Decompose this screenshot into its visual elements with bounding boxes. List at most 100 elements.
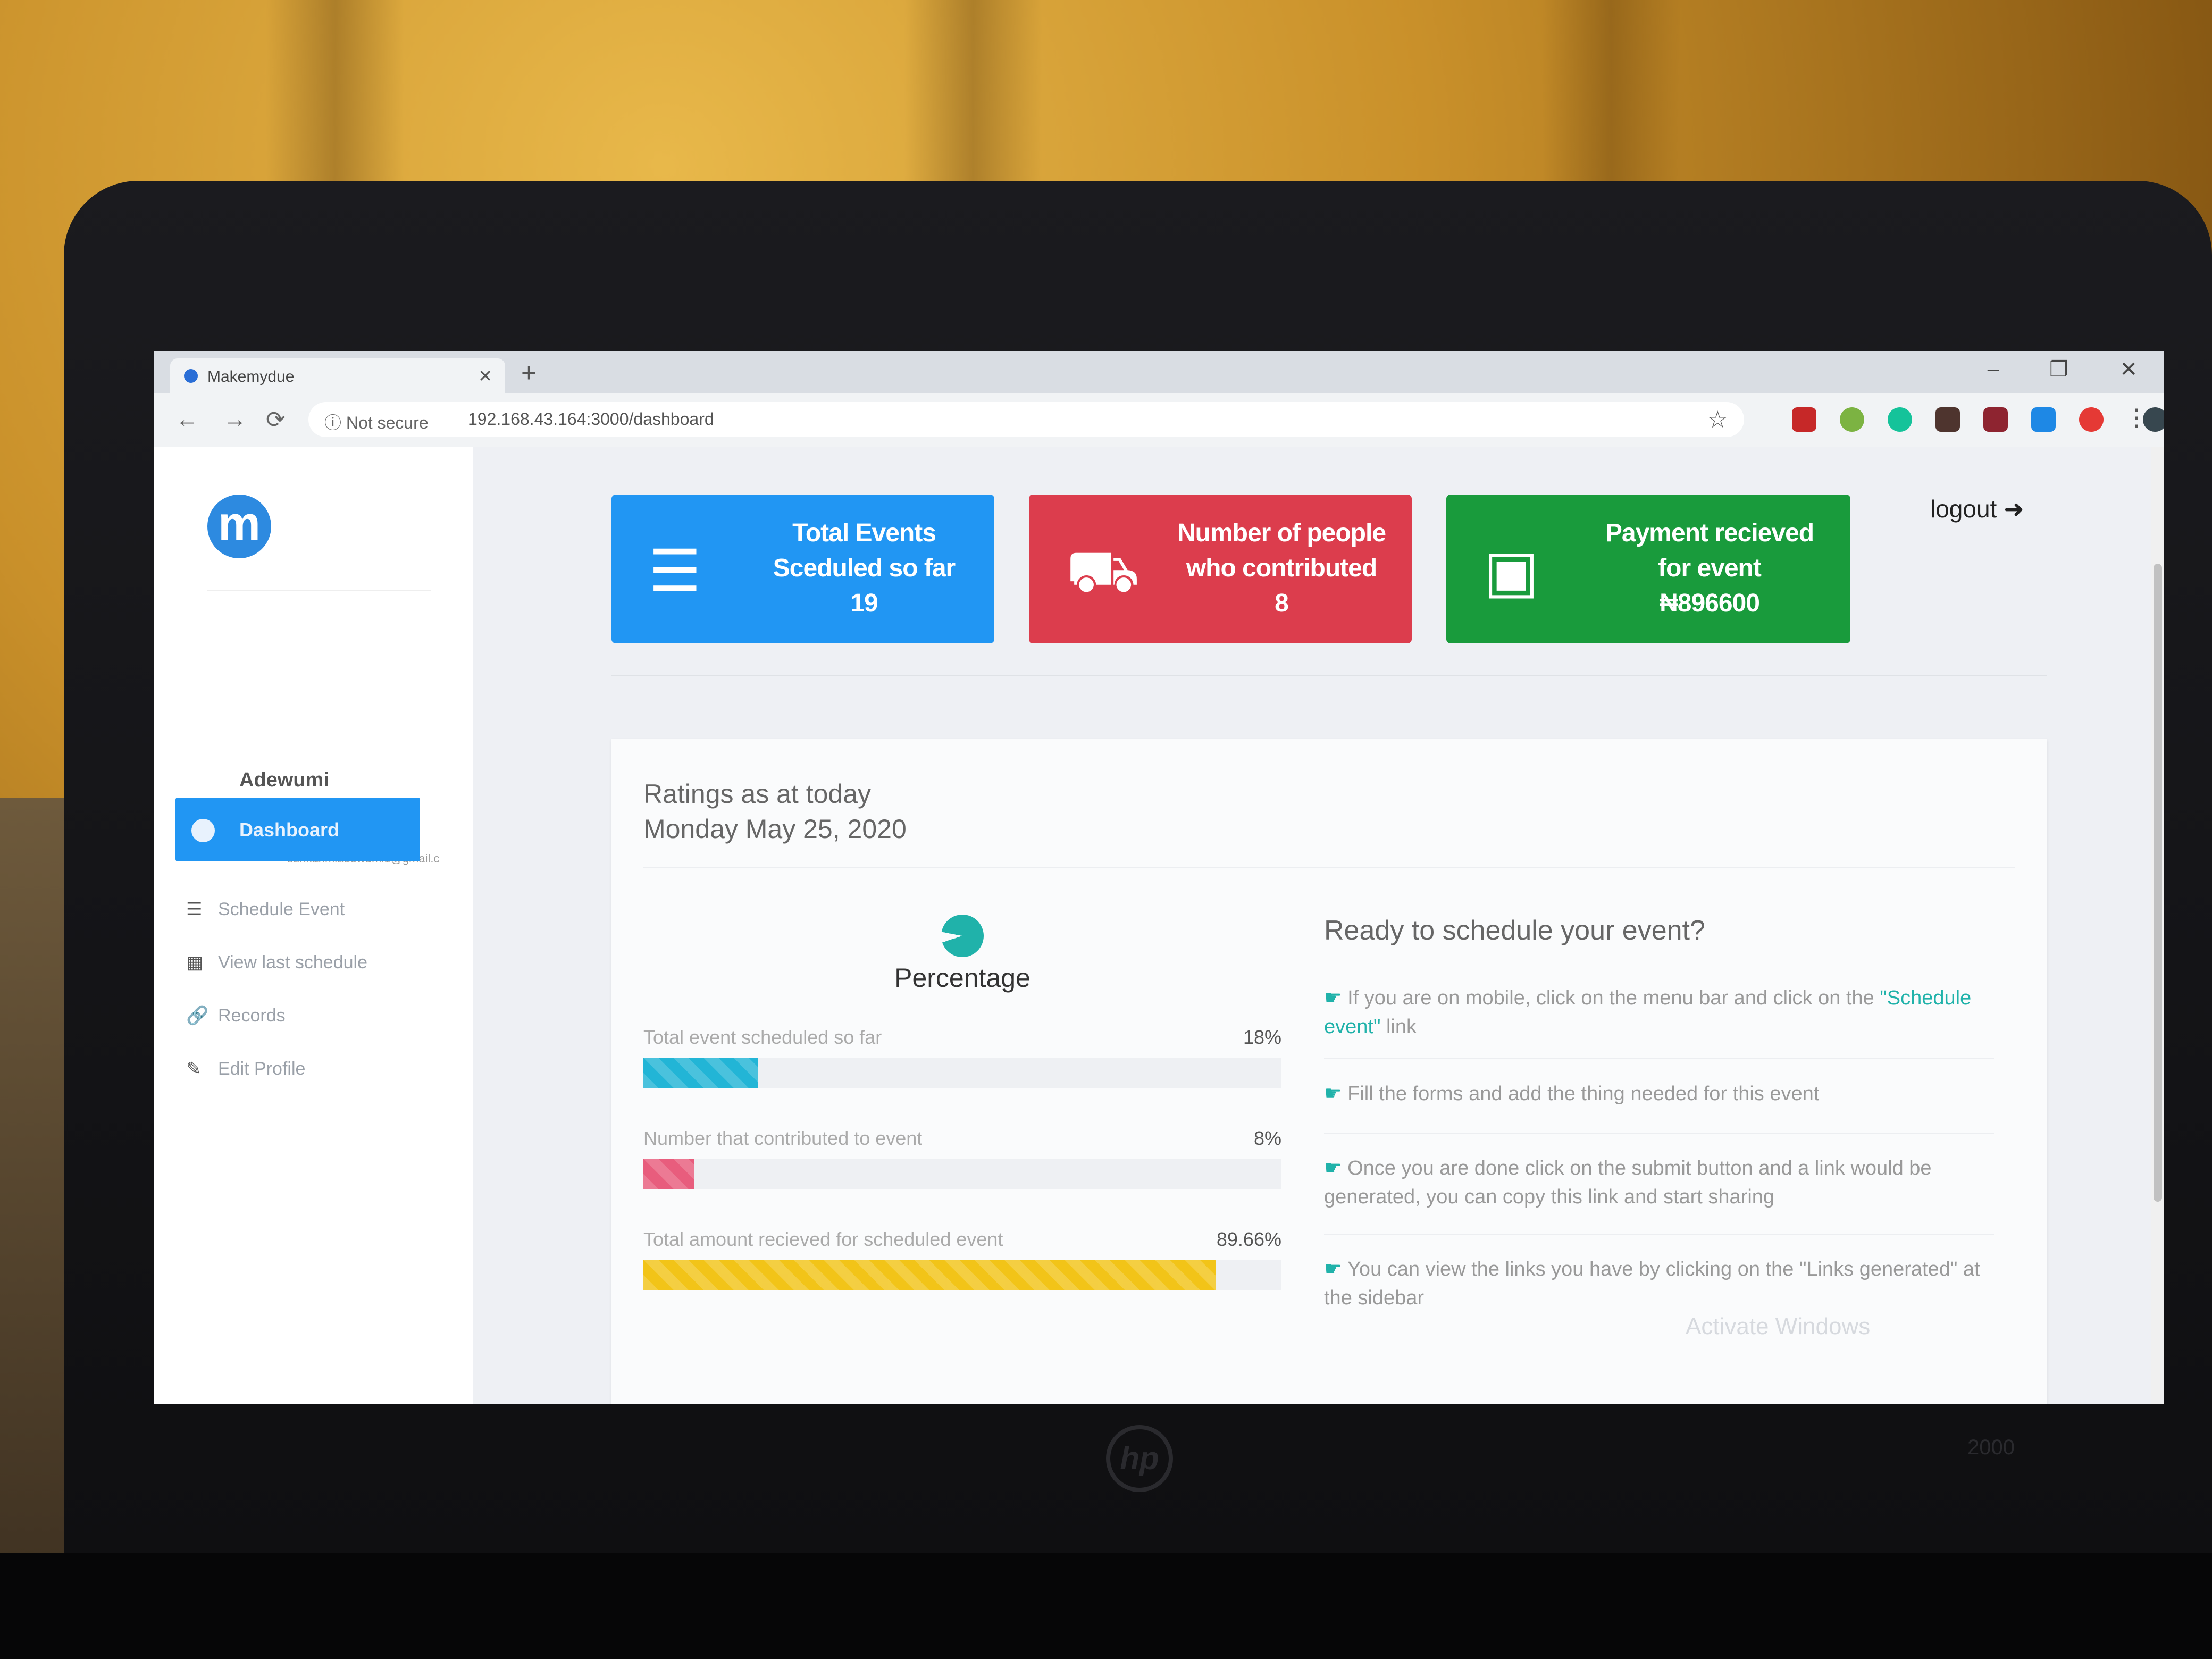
ratings-title: Ratings as at today [643,779,872,809]
card-text: Total Events Sceduled so far 19 [750,516,978,621]
activate-windows-watermark: Activate Windows [1686,1313,1871,1339]
extension-icon[interactable] [1792,407,1816,432]
tip-links: ☛ You can view the links you have by clic… [1324,1255,1983,1312]
tip-text: Once you are done click on the submit bu… [1324,1157,1932,1208]
sidebar-item-dashboard[interactable]: Dashboard [175,798,420,861]
progress-fill [643,1260,1216,1290]
grammarly-icon[interactable] [1888,407,1912,432]
progress-value: 8% [1253,1127,1281,1149]
sidebar-item-label: View last schedule [218,952,367,973]
tip-text: You can view the links you have by click… [1324,1258,1980,1309]
tip-submit: ☛ Once you are done click on the submit b… [1324,1154,1983,1211]
list-icon: ☰ [186,899,203,919]
app-logo[interactable]: m [207,495,271,558]
money-bill-icon: ▣ [1484,539,1539,604]
restore-button[interactable]: ❐ [2049,357,2068,382]
main-content: ☰ Total Events Sceduled so far 19 ⛟ Numb… [473,447,2164,1404]
card-value: ₦896600 [1660,589,1760,617]
browser-toolbar: ← → ⟳ ⓘ Not secure 192.168.43.164:3000/d… [154,393,2164,448]
progress-amount: Total amount recieved for scheduled even… [643,1228,1281,1297]
card-text: Number of people who contributed 8 [1167,516,1396,621]
reload-icon[interactable]: ⟳ [266,406,286,433]
progress-fill [643,1058,758,1088]
scrollbar[interactable] [2151,447,2164,1404]
back-icon[interactable]: ← [175,406,199,433]
forward-icon[interactable]: → [223,406,247,433]
tip-forms: ☛ Fill the forms and add the thing needed… [1324,1079,1983,1108]
new-tab-button[interactable]: + [521,359,537,386]
progress-events: Total event scheduled so far 18% [643,1026,1281,1095]
sidebar-item-label: Dashboard [239,819,340,841]
progress-fill [643,1159,694,1189]
browser-tab-bar: Makemydue ✕ + – ❐ ✕ [154,351,2164,393]
card-title-line2: Sceduled so far [773,554,956,582]
link-icon: 🔗 [186,1006,209,1026]
progress-label: Total amount recieved for scheduled even… [643,1228,1003,1250]
profile-box: Adewumi Sunkanmi sunkanmiadewumi1@gmail.… [207,590,439,865]
pdf-icon[interactable] [1983,407,2008,432]
pencil-icon: ✎ [186,1059,202,1079]
favicon-icon [184,369,198,383]
divider [1324,1234,1994,1235]
contributors-card: ⛟ Number of people who contributed 8 [1029,495,1412,643]
extension-icon[interactable] [2079,407,2104,432]
divider [611,675,2047,676]
card-text: Payment recieved for event ₦896600 [1585,516,1834,621]
scrollbar-thumb[interactable] [2154,564,2162,1202]
sidebar-item-schedule-event[interactable]: ☰ Schedule Event [186,899,345,920]
sidebar-item-label: Records [218,1006,286,1026]
list-icon: ☰ [649,539,701,604]
hand-point-right-icon: ☛ [1324,1258,1343,1280]
progress-track [643,1159,1281,1189]
logout-label: logout [1930,495,1997,523]
logout-link[interactable]: logout ➜ [1930,495,2024,523]
card-value: 8 [1275,589,1289,617]
sidebar-item-view-last-schedule[interactable]: ▦ View last schedule [186,952,367,973]
card-title-line2: who contributed [1186,554,1377,582]
divider [1324,1133,1994,1134]
ratings-heading: Ratings as at today Monday May 25, 2020 [643,776,907,847]
card-title-line1: Total Events [792,519,936,547]
progress-value: 89.66% [1216,1228,1281,1250]
sidebar-item-label: Schedule Event [218,899,345,919]
bookmark-star-icon[interactable]: ☆ [1707,406,1728,433]
schedule-heading: Ready to schedule your event? [1324,915,1705,946]
extension-icon[interactable] [1936,407,1960,432]
close-window-button[interactable]: ✕ [2119,357,2138,382]
laptop-base [0,1553,2212,1659]
laptop-screen: Makemydue ✕ + – ❐ ✕ ← → ⟳ ⓘ Not secure 1… [154,351,2164,1404]
progress-value: 18% [1243,1026,1281,1048]
sidebar-item-label: Edit Profile [218,1059,306,1079]
extension-icon[interactable] [2031,407,2056,432]
address-bar[interactable]: ⓘ Not secure 192.168.43.164:3000/dashboa… [308,402,1744,437]
tab-close-icon[interactable]: ✕ [478,366,492,386]
ratings-date: Monday May 25, 2020 [643,814,907,844]
url-text[interactable]: 192.168.43.164:3000/dashboard [468,409,714,429]
minimize-button[interactable]: – [1988,357,1999,381]
sign-out-icon: ➜ [2004,495,2024,523]
card-value: 19 [850,589,878,617]
ratings-panel: Ratings as at today Monday May 25, 2020 … [611,739,2047,1404]
progress-label: Number that contributed to event [643,1127,923,1149]
model-tag: 2000 [1967,1436,2015,1459]
pie-chart-icon [941,915,984,957]
tip-text: If you are on mobile, click on the menu … [1347,987,1874,1009]
hand-point-right-icon: ☛ [1324,1157,1343,1179]
people-carry-icon: ⛟ [1066,539,1140,604]
table-icon: ▦ [186,952,204,973]
percentage-title: Percentage [894,963,1030,993]
browser-tab[interactable]: Makemydue ✕ [170,358,505,393]
progress-label: Total event scheduled so far [643,1026,882,1048]
hand-point-right-icon: ☛ [1324,1083,1343,1105]
payment-card: ▣ Payment recieved for event ₦896600 [1446,495,1850,643]
sidebar: m Adewumi Sunkanmi sunkanmiadewumi1@gmai… [154,447,473,1404]
card-title-line1: Payment recieved [1605,519,1814,547]
extension-icon[interactable] [1840,407,1864,432]
divider [643,867,2015,868]
card-title-line2: for event [1658,554,1762,582]
sidebar-item-records[interactable]: 🔗 Records [186,1005,286,1026]
security-indicator[interactable]: ⓘ Not secure [324,409,429,434]
sidebar-item-edit-profile[interactable]: ✎ Edit Profile [186,1058,305,1079]
tip-text: link [1386,1016,1417,1038]
browser-menu-icon[interactable]: ⋮ [2125,404,2148,431]
